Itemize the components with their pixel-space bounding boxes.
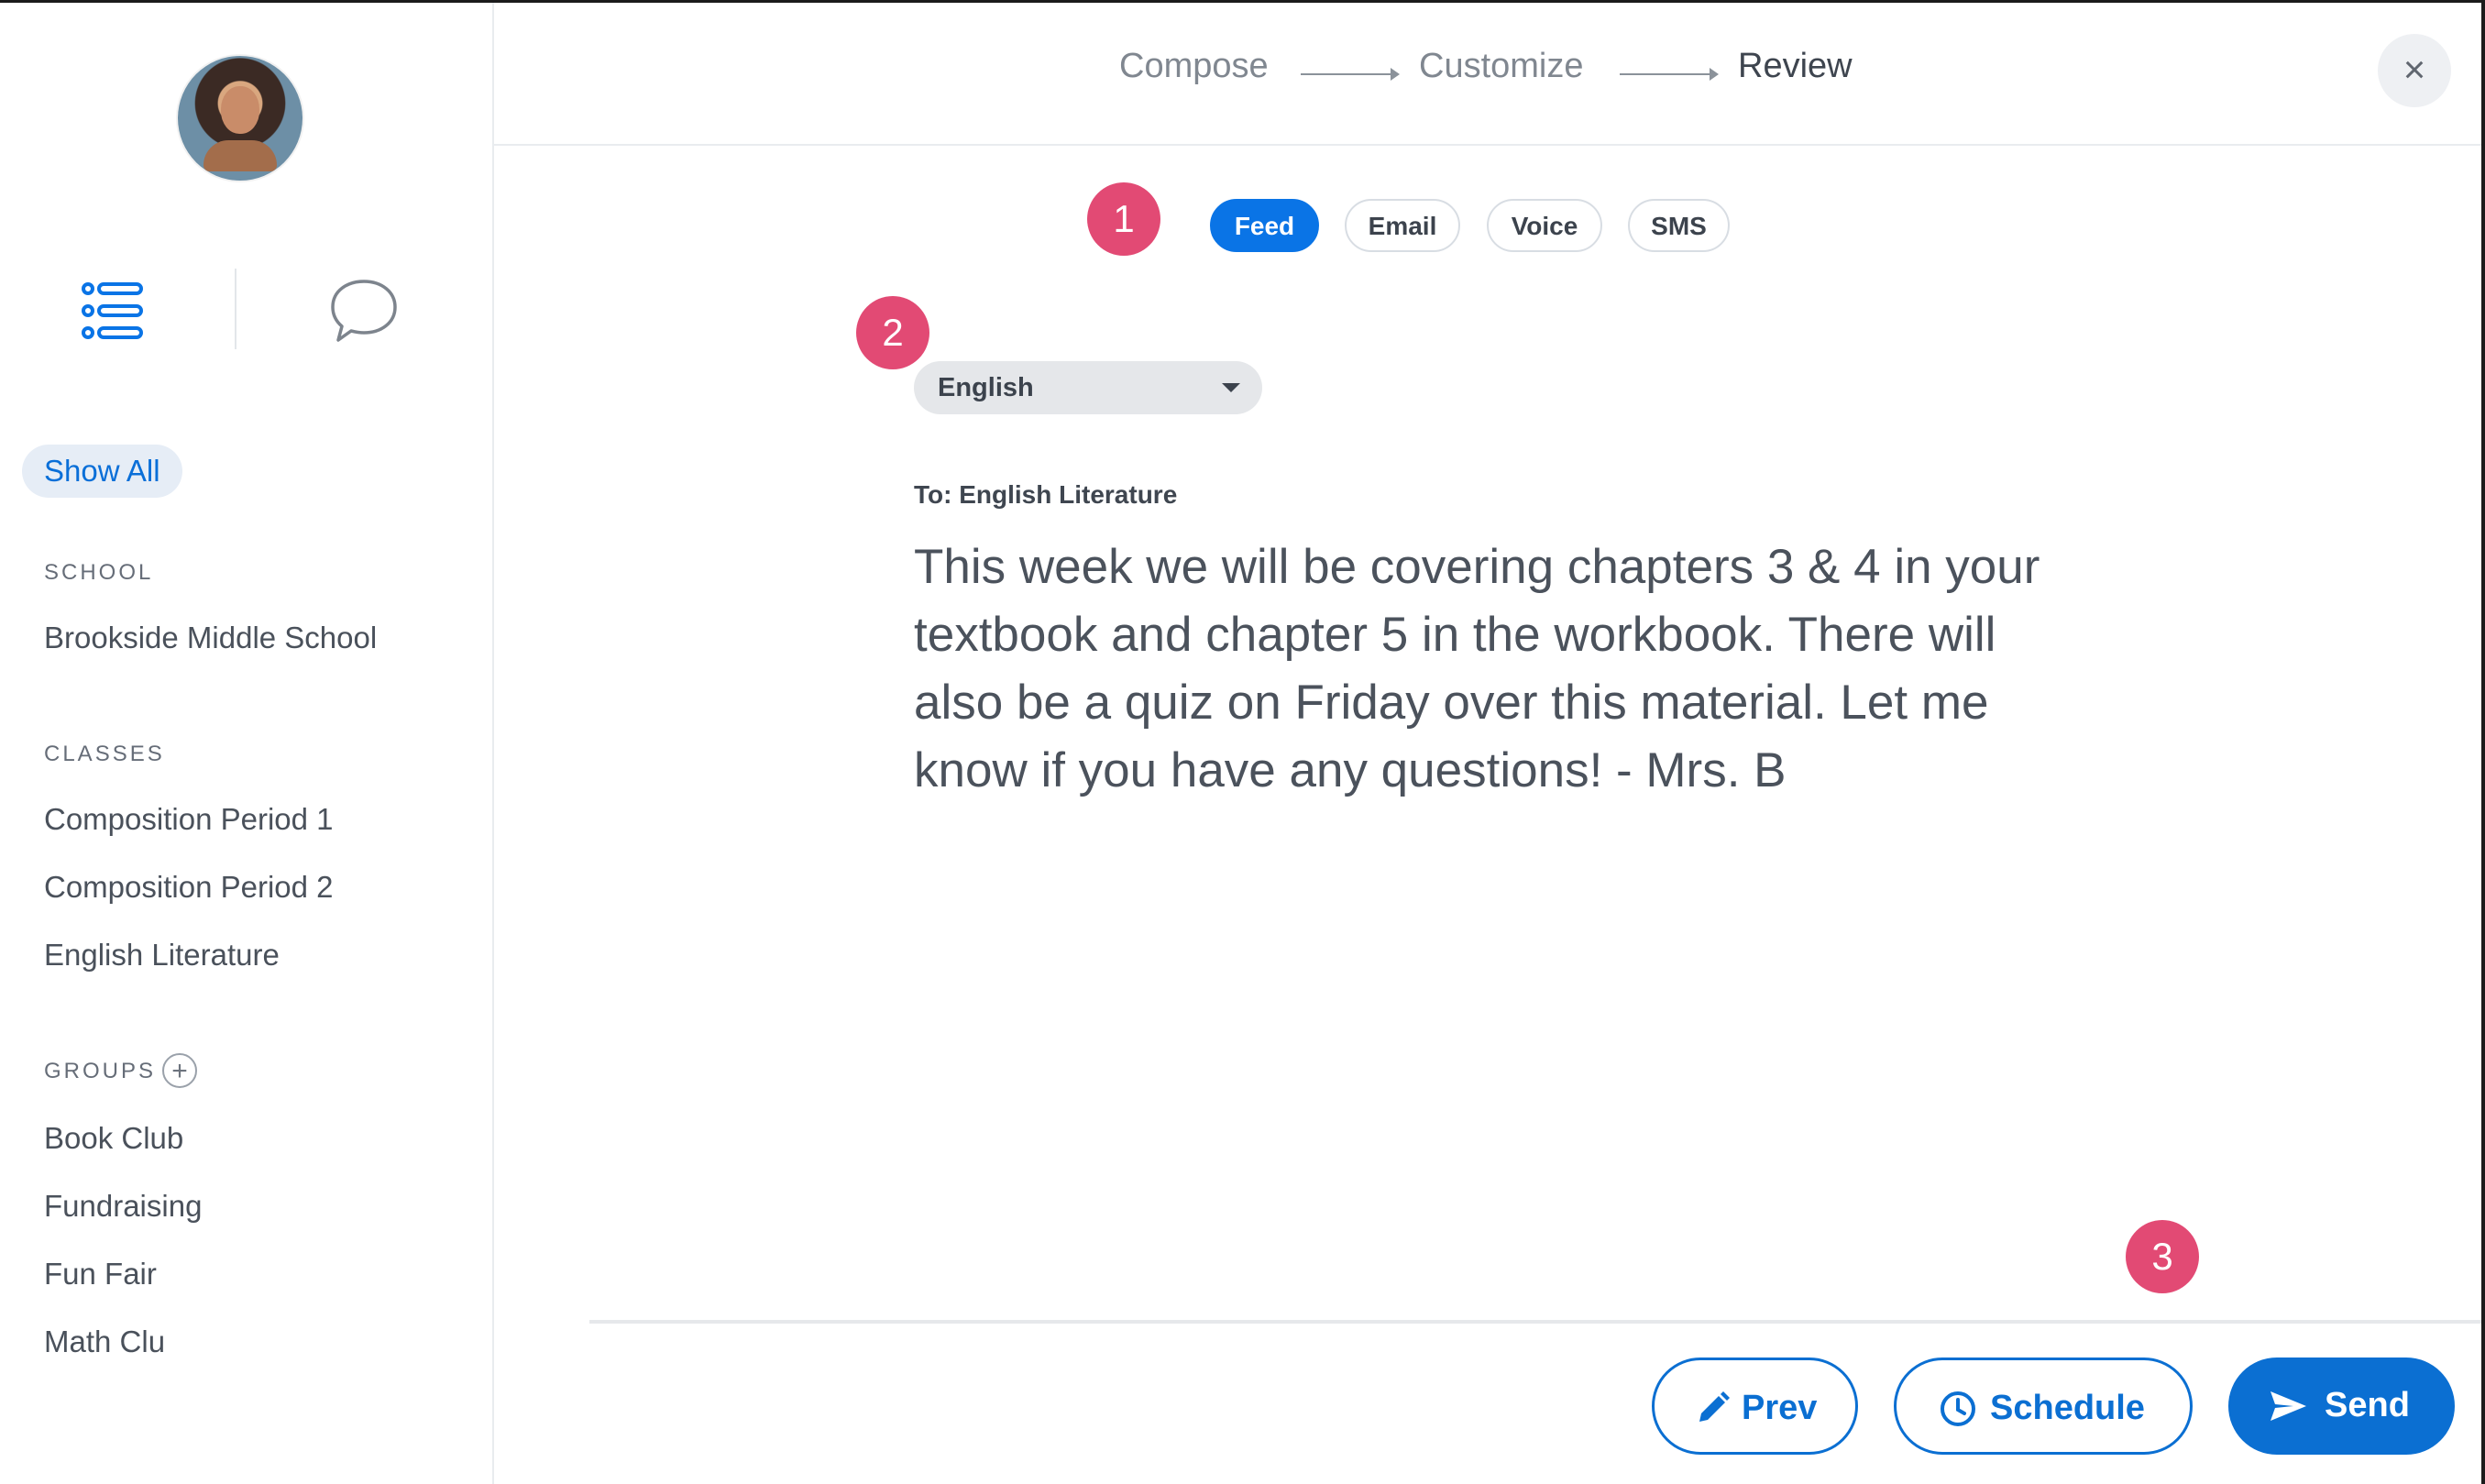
callout-badge-2: 2	[856, 296, 929, 369]
step-customize: Customize	[1419, 47, 1584, 85]
recipient-label: To: English Literature	[914, 480, 1178, 509]
prev-button[interactable]: Prev	[1652, 1358, 1858, 1455]
add-group-icon[interactable]: +	[162, 1053, 197, 1088]
school-section-label: SCHOOL	[44, 560, 154, 585]
nav-item-school[interactable]: Brookside Middle School	[44, 621, 377, 655]
list-view-icon[interactable]	[81, 281, 145, 340]
footer-divider	[589, 1320, 2481, 1324]
groups-section-label: GROUPS	[44, 1059, 157, 1083]
nav-item-composition-period-1[interactable]: Composition Period 1	[44, 802, 334, 837]
schedule-button[interactable]: Schedule	[1894, 1358, 2193, 1455]
callout-badge-3: 3	[2126, 1220, 2199, 1293]
nav-item-fun-fair[interactable]: Fun Fair	[44, 1257, 157, 1292]
step-compose: Compose	[1119, 47, 1269, 85]
avatar-scarf	[203, 140, 277, 171]
tab-email[interactable]: Email	[1345, 199, 1460, 252]
callout-badge-1: 1	[1087, 182, 1160, 256]
view-switch	[0, 261, 492, 353]
nav-item-fundraising[interactable]: Fundraising	[44, 1189, 202, 1224]
step-review: Review	[1738, 47, 1853, 85]
tab-feed[interactable]: Feed	[1210, 199, 1319, 252]
send-button[interactable]: Send	[2228, 1358, 2455, 1455]
sidebar: Show All SCHOOL Brookside Middle School …	[0, 3, 494, 1484]
send-icon	[2271, 1391, 2306, 1421]
tab-voice[interactable]: Voice	[1487, 199, 1602, 252]
show-all-filter[interactable]: Show All	[22, 445, 182, 498]
nav-item-math-club[interactable]: Math Clu	[44, 1325, 165, 1359]
step-arrow-icon	[1301, 68, 1400, 81]
avatar-face	[221, 86, 259, 134]
nav-item-composition-period-2[interactable]: Composition Period 2	[44, 870, 334, 905]
language-value: English	[938, 373, 1034, 402]
clock-icon	[1941, 1391, 1975, 1426]
view-switch-divider	[235, 269, 236, 349]
nav-item-english-literature[interactable]: English Literature	[44, 938, 280, 973]
user-avatar[interactable]	[178, 56, 302, 181]
window-right-border	[2481, 0, 2485, 1484]
classes-section-label: CLASSES	[44, 742, 165, 766]
caret-down-icon	[1222, 383, 1240, 392]
pencil-icon	[1699, 1391, 1730, 1422]
send-button-label: Send	[2325, 1386, 2410, 1424]
close-button[interactable]: ×	[2378, 34, 2451, 107]
message-preview: This week we will be covering chapters 3…	[914, 540, 2040, 797]
chat-view-icon[interactable]	[325, 274, 399, 347]
step-arrow-icon	[1620, 68, 1719, 81]
nav-item-book-club[interactable]: Book Club	[44, 1121, 183, 1156]
language-select[interactable]: English	[914, 361, 1262, 414]
message-stepper: Compose Customize Review	[492, 3, 2481, 146]
schedule-button-label: Schedule	[1990, 1389, 2145, 1427]
tab-sms[interactable]: SMS	[1628, 199, 1730, 252]
prev-button-label: Prev	[1742, 1389, 1818, 1427]
